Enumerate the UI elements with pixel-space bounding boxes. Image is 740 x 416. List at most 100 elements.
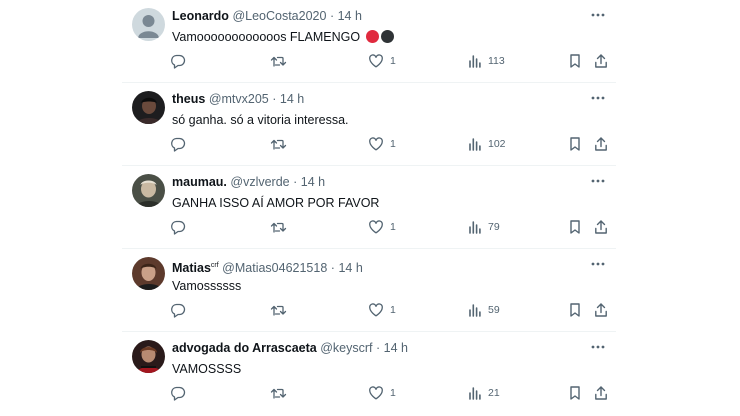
user-name[interactable]: advogada do Arrascaeta xyxy=(172,341,317,355)
share-button[interactable] xyxy=(594,52,608,70)
view-count: 102 xyxy=(488,138,506,150)
timestamp[interactable]: 14 h xyxy=(338,9,362,23)
bookmark-button[interactable] xyxy=(568,52,582,70)
repost-button[interactable] xyxy=(270,135,287,153)
action-bar: 1 59 xyxy=(170,301,610,319)
repost-button[interactable] xyxy=(270,218,287,236)
repost-button[interactable] xyxy=(270,301,287,319)
share-icon xyxy=(595,54,607,68)
avatar[interactable] xyxy=(132,174,165,207)
bookmark-button[interactable] xyxy=(568,384,582,402)
bookmark-button[interactable] xyxy=(568,218,582,236)
user-handle[interactable]: @Matias04621518 xyxy=(222,261,327,275)
share-icon xyxy=(595,137,607,151)
avatar[interactable] xyxy=(132,8,165,41)
user-name[interactable]: theus xyxy=(172,92,205,106)
repost-icon xyxy=(270,388,287,399)
views-button[interactable]: 21 xyxy=(468,384,500,402)
user-name[interactable]: Matias xyxy=(172,261,211,275)
user-handle[interactable]: @keyscrf xyxy=(320,341,372,355)
tweet-text: GANHA ISSO AÍ AMOR POR FAVOR xyxy=(172,196,380,210)
reply-button[interactable] xyxy=(170,52,186,70)
share-button[interactable] xyxy=(594,218,608,236)
tweet[interactable]: maumau. @vzlverde · 14 h GANHA ISSO AÍ A… xyxy=(122,166,616,249)
like-button[interactable]: 1 xyxy=(368,384,396,402)
reply-button[interactable] xyxy=(170,384,186,402)
tweet[interactable]: Matiascrf @Matias04621518 · 14 h Vamosss… xyxy=(122,249,616,332)
views-button[interactable]: 79 xyxy=(468,218,500,236)
timestamp[interactable]: 14 h xyxy=(280,92,304,106)
more-icon[interactable] xyxy=(590,90,606,106)
reply-feed: Leonardo @LeoCosta2020 · 14 h Vamooooooo… xyxy=(122,0,616,416)
reply-button[interactable] xyxy=(170,301,186,319)
share-button[interactable] xyxy=(594,135,608,153)
share-icon xyxy=(595,386,607,400)
timestamp[interactable]: 14 h xyxy=(384,341,408,355)
user-handle[interactable]: @LeoCosta2020 xyxy=(232,9,326,23)
more-icon[interactable] xyxy=(590,173,606,189)
like-count: 1 xyxy=(390,387,396,399)
user-handle[interactable]: @vzlverde xyxy=(230,175,289,189)
tweet[interactable]: advogada do Arrascaeta @keyscrf · 14 h V… xyxy=(122,332,616,415)
tweet-header: Matiascrf @Matias04621518 · 14 h xyxy=(172,261,363,276)
like-count: 1 xyxy=(390,304,396,316)
tweet-text: só ganha. só a vitoria interessa. xyxy=(172,113,349,127)
bookmark-button[interactable] xyxy=(568,135,582,153)
tweet-text: Vamoooooooooooos FLAMENGO xyxy=(172,30,394,45)
repost-icon xyxy=(270,222,287,233)
bookmark-icon xyxy=(570,137,580,151)
bookmark-icon xyxy=(570,220,580,234)
reply-button[interactable] xyxy=(170,135,186,153)
like-count: 1 xyxy=(390,138,396,150)
heart-icon xyxy=(369,220,383,234)
bookmark-icon xyxy=(570,54,580,68)
more-icon[interactable] xyxy=(590,339,606,355)
repost-icon xyxy=(270,56,287,67)
views-button[interactable]: 113 xyxy=(468,52,505,70)
view-count: 113 xyxy=(488,55,505,67)
like-button[interactable]: 1 xyxy=(368,218,396,236)
more-icon[interactable] xyxy=(590,7,606,23)
tweet[interactable]: Leonardo @LeoCosta2020 · 14 h Vamooooooo… xyxy=(122,0,616,83)
views-icon xyxy=(469,138,481,151)
tweet[interactable]: theus @mtvx205 · 14 h só ganha. só a vit… xyxy=(122,83,616,166)
repost-button[interactable] xyxy=(270,384,287,402)
user-photo-icon xyxy=(132,257,165,290)
view-count: 79 xyxy=(488,221,500,233)
repost-button[interactable] xyxy=(270,52,287,70)
avatar[interactable] xyxy=(132,91,165,124)
bookmark-icon xyxy=(570,386,580,400)
user-photo-icon xyxy=(132,340,165,373)
user-name[interactable]: maumau. xyxy=(172,175,227,189)
share-icon xyxy=(595,220,607,234)
share-button[interactable] xyxy=(594,301,608,319)
heart-icon xyxy=(369,386,383,400)
like-count: 1 xyxy=(390,221,396,233)
tweet-text: Vamossssss xyxy=(172,279,242,293)
user-handle[interactable]: @mtvx205 xyxy=(209,92,269,106)
avatar[interactable] xyxy=(132,340,165,373)
action-bar: 1 21 xyxy=(170,384,610,402)
heart-icon xyxy=(369,54,383,68)
action-bar: 1 102 xyxy=(170,135,610,153)
views-button[interactable]: 59 xyxy=(468,301,500,319)
like-button[interactable]: 1 xyxy=(368,301,396,319)
reply-icon xyxy=(171,54,186,69)
timestamp[interactable]: 14 h xyxy=(338,261,362,275)
more-icon[interactable] xyxy=(590,256,606,272)
reply-icon xyxy=(171,220,186,235)
like-button[interactable]: 1 xyxy=(368,52,396,70)
reply-button[interactable] xyxy=(170,218,186,236)
views-button[interactable]: 102 xyxy=(468,135,506,153)
share-button[interactable] xyxy=(594,384,608,402)
views-icon xyxy=(469,304,481,317)
like-button[interactable]: 1 xyxy=(368,135,396,153)
views-icon xyxy=(469,55,481,68)
avatar[interactable] xyxy=(132,257,165,290)
name-badge: crf xyxy=(210,262,219,269)
bookmark-button[interactable] xyxy=(568,301,582,319)
user-name[interactable]: Leonardo xyxy=(172,9,229,23)
like-count: 1 xyxy=(390,55,396,67)
user-photo-icon xyxy=(132,174,165,207)
timestamp[interactable]: 14 h xyxy=(301,175,325,189)
